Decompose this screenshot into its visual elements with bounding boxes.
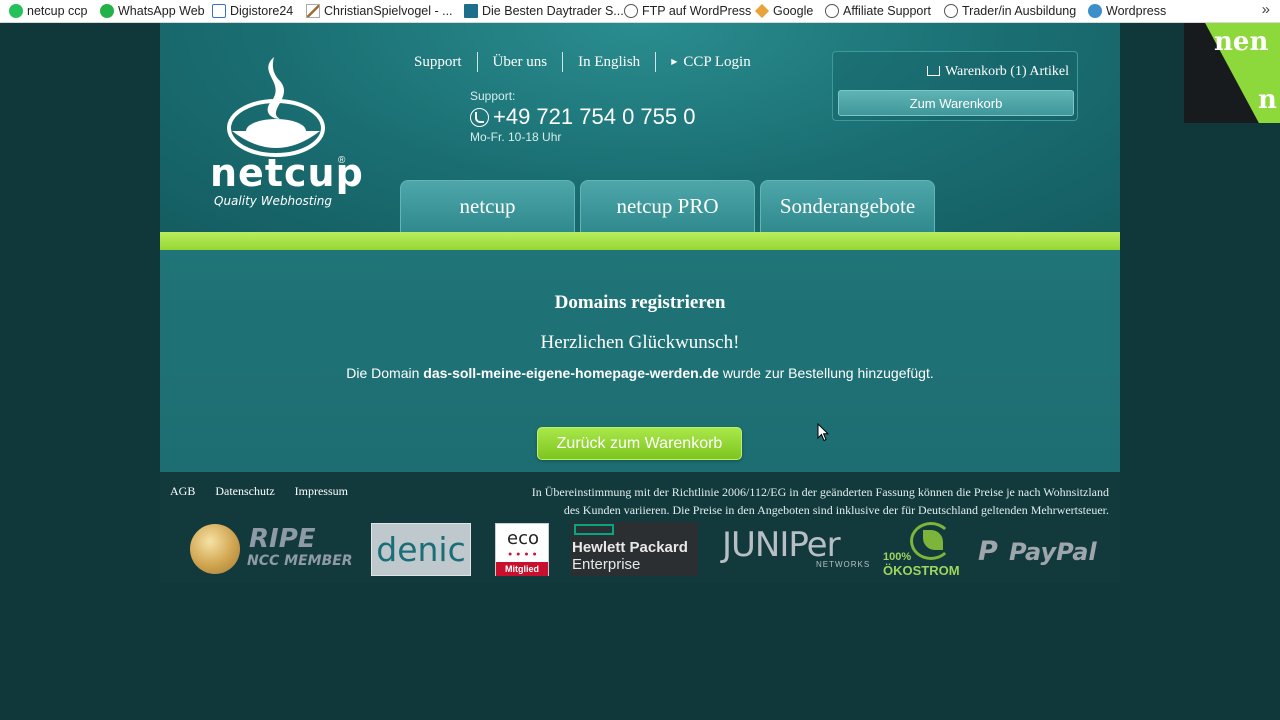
book-icon (464, 4, 478, 18)
logo-tagline: Quality Webhosting (214, 194, 333, 208)
bookmark-ftp[interactable]: FTP auf WordPress (624, 0, 751, 22)
bookmark-christian[interactable]: ChristianSpielvogel - ... (306, 0, 453, 22)
pen-icon (306, 4, 320, 18)
support-hours: Mo-Fr. 10-18 Uhr (470, 130, 562, 144)
logo-registered: ® (338, 155, 346, 166)
ripe-globe-icon (190, 524, 240, 574)
denic-logo: denic (371, 523, 471, 576)
accent-stripe (160, 232, 1120, 250)
hpe-rectangle-icon (574, 524, 614, 535)
tab-netcup[interactable]: netcup (400, 180, 575, 232)
phone-icon (470, 107, 489, 127)
confirmation-message: Die Domain das-soll-meine-eigene-homepag… (346, 365, 934, 381)
nav-about-link[interactable]: Über uns (476, 52, 563, 72)
tab-netcup-pro[interactable]: netcup PRO (580, 180, 755, 232)
globe-icon (825, 4, 839, 18)
partner-logos: RIPE NCC MEMBER denic eco ● ● ● ● Mitgli… (160, 522, 1120, 578)
mouse-cursor-icon (817, 423, 829, 442)
bookmark-trader[interactable]: Trader/in Ausbildung (944, 0, 1076, 22)
mail-icon (212, 4, 226, 18)
oekostrom-percent: 100% (883, 551, 912, 563)
main-content: Domains registrieren Herzlichen Glückwun… (160, 250, 1120, 472)
netcup-icon (9, 4, 23, 18)
globe-icon (944, 4, 958, 18)
oekostrom-label: ÖKOSTROM (883, 563, 960, 578)
domain-name: das-soll-meine-eigene-homepage-werden.de (423, 365, 719, 381)
footer-link-agb[interactable]: AGB (170, 484, 195, 499)
eco-dots-icon: ● ● ● ● (508, 551, 538, 558)
back-to-cart-button[interactable]: Zurück zum Warenkorb (537, 427, 742, 460)
bookmark-google[interactable]: Google (754, 0, 813, 22)
bookmark-affiliate[interactable]: Affiliate Support (825, 0, 931, 22)
arrow-right-icon: ▶ (671, 57, 678, 66)
eco-logo: eco ● ● ● ● Mitglied (495, 523, 549, 576)
site-header: netcup ® Quality Webhosting Support Über… (160, 23, 1120, 232)
bookmark-digistore24[interactable]: Digistore24 (212, 0, 293, 22)
cart-summary[interactable]: Warenkorb (1) Artikel (926, 64, 1069, 80)
cart-icon (926, 66, 940, 76)
corner-promo-banner[interactable]: nen n (1184, 23, 1280, 123)
page-title: Domains registrieren (554, 292, 726, 313)
paypal-icon: P (978, 536, 998, 567)
whatsapp-icon (100, 4, 114, 18)
support-phone[interactable]: +49 721 754 0 755 0 (470, 104, 695, 130)
hpe-logo: Hewlett Packard Enterprise (571, 522, 698, 576)
footer-link-impressum[interactable]: Impressum (295, 484, 348, 499)
support-label: Support: (470, 89, 516, 103)
google-icon (754, 3, 770, 19)
bookmark-wordpress[interactable]: Wordpress (1088, 0, 1166, 22)
nav-ccp-login-link[interactable]: ▶ CCP Login (655, 52, 766, 72)
bookmarks-bar: netcup ccp WhatsApp Web Digistore24 Chri… (0, 0, 1280, 23)
ripe-logo: RIPE (249, 524, 316, 554)
congrats-heading: Herzlichen Glückwunsch! (540, 332, 740, 353)
paypal-logo: PayPal (1009, 538, 1097, 566)
nav-english-link[interactable]: In English (562, 52, 655, 72)
top-nav: Support Über uns In English ▶ CCP Login (405, 52, 766, 72)
bookmark-daytrader[interactable]: Die Besten Daytrader S... (464, 0, 624, 22)
juniper-networks-label: NETWORKS (816, 560, 871, 569)
globe-icon (624, 4, 638, 18)
juniper-logo: JUNIPer (722, 525, 841, 565)
site-footer: AGB Datenschutz Impressum In Übereinstim… (160, 472, 1120, 583)
ripe-member-label: NCC MEMBER (247, 553, 353, 569)
footer-legal-text: In Übereinstimmung mit der Richtlinie 20… (531, 485, 1109, 517)
bookmark-whatsapp[interactable]: WhatsApp Web (100, 0, 205, 22)
bookmark-netcup-ccp[interactable]: netcup ccp (9, 0, 87, 22)
footer-links: AGB Datenschutz Impressum (170, 484, 348, 499)
tab-sonderangebote[interactable]: Sonderangebote (760, 180, 935, 232)
wordpress-icon (1088, 4, 1102, 18)
cart-box: Warenkorb (1) Artikel Zum Warenkorb (832, 51, 1078, 121)
go-to-cart-button[interactable]: Zum Warenkorb (838, 90, 1074, 116)
nav-support-link[interactable]: Support (405, 52, 477, 72)
site-container: netcup ® Quality Webhosting Support Über… (160, 23, 1120, 583)
more-bookmarks-icon[interactable]: » (1262, 1, 1270, 18)
footer-link-datenschutz[interactable]: Datenschutz (215, 484, 274, 499)
